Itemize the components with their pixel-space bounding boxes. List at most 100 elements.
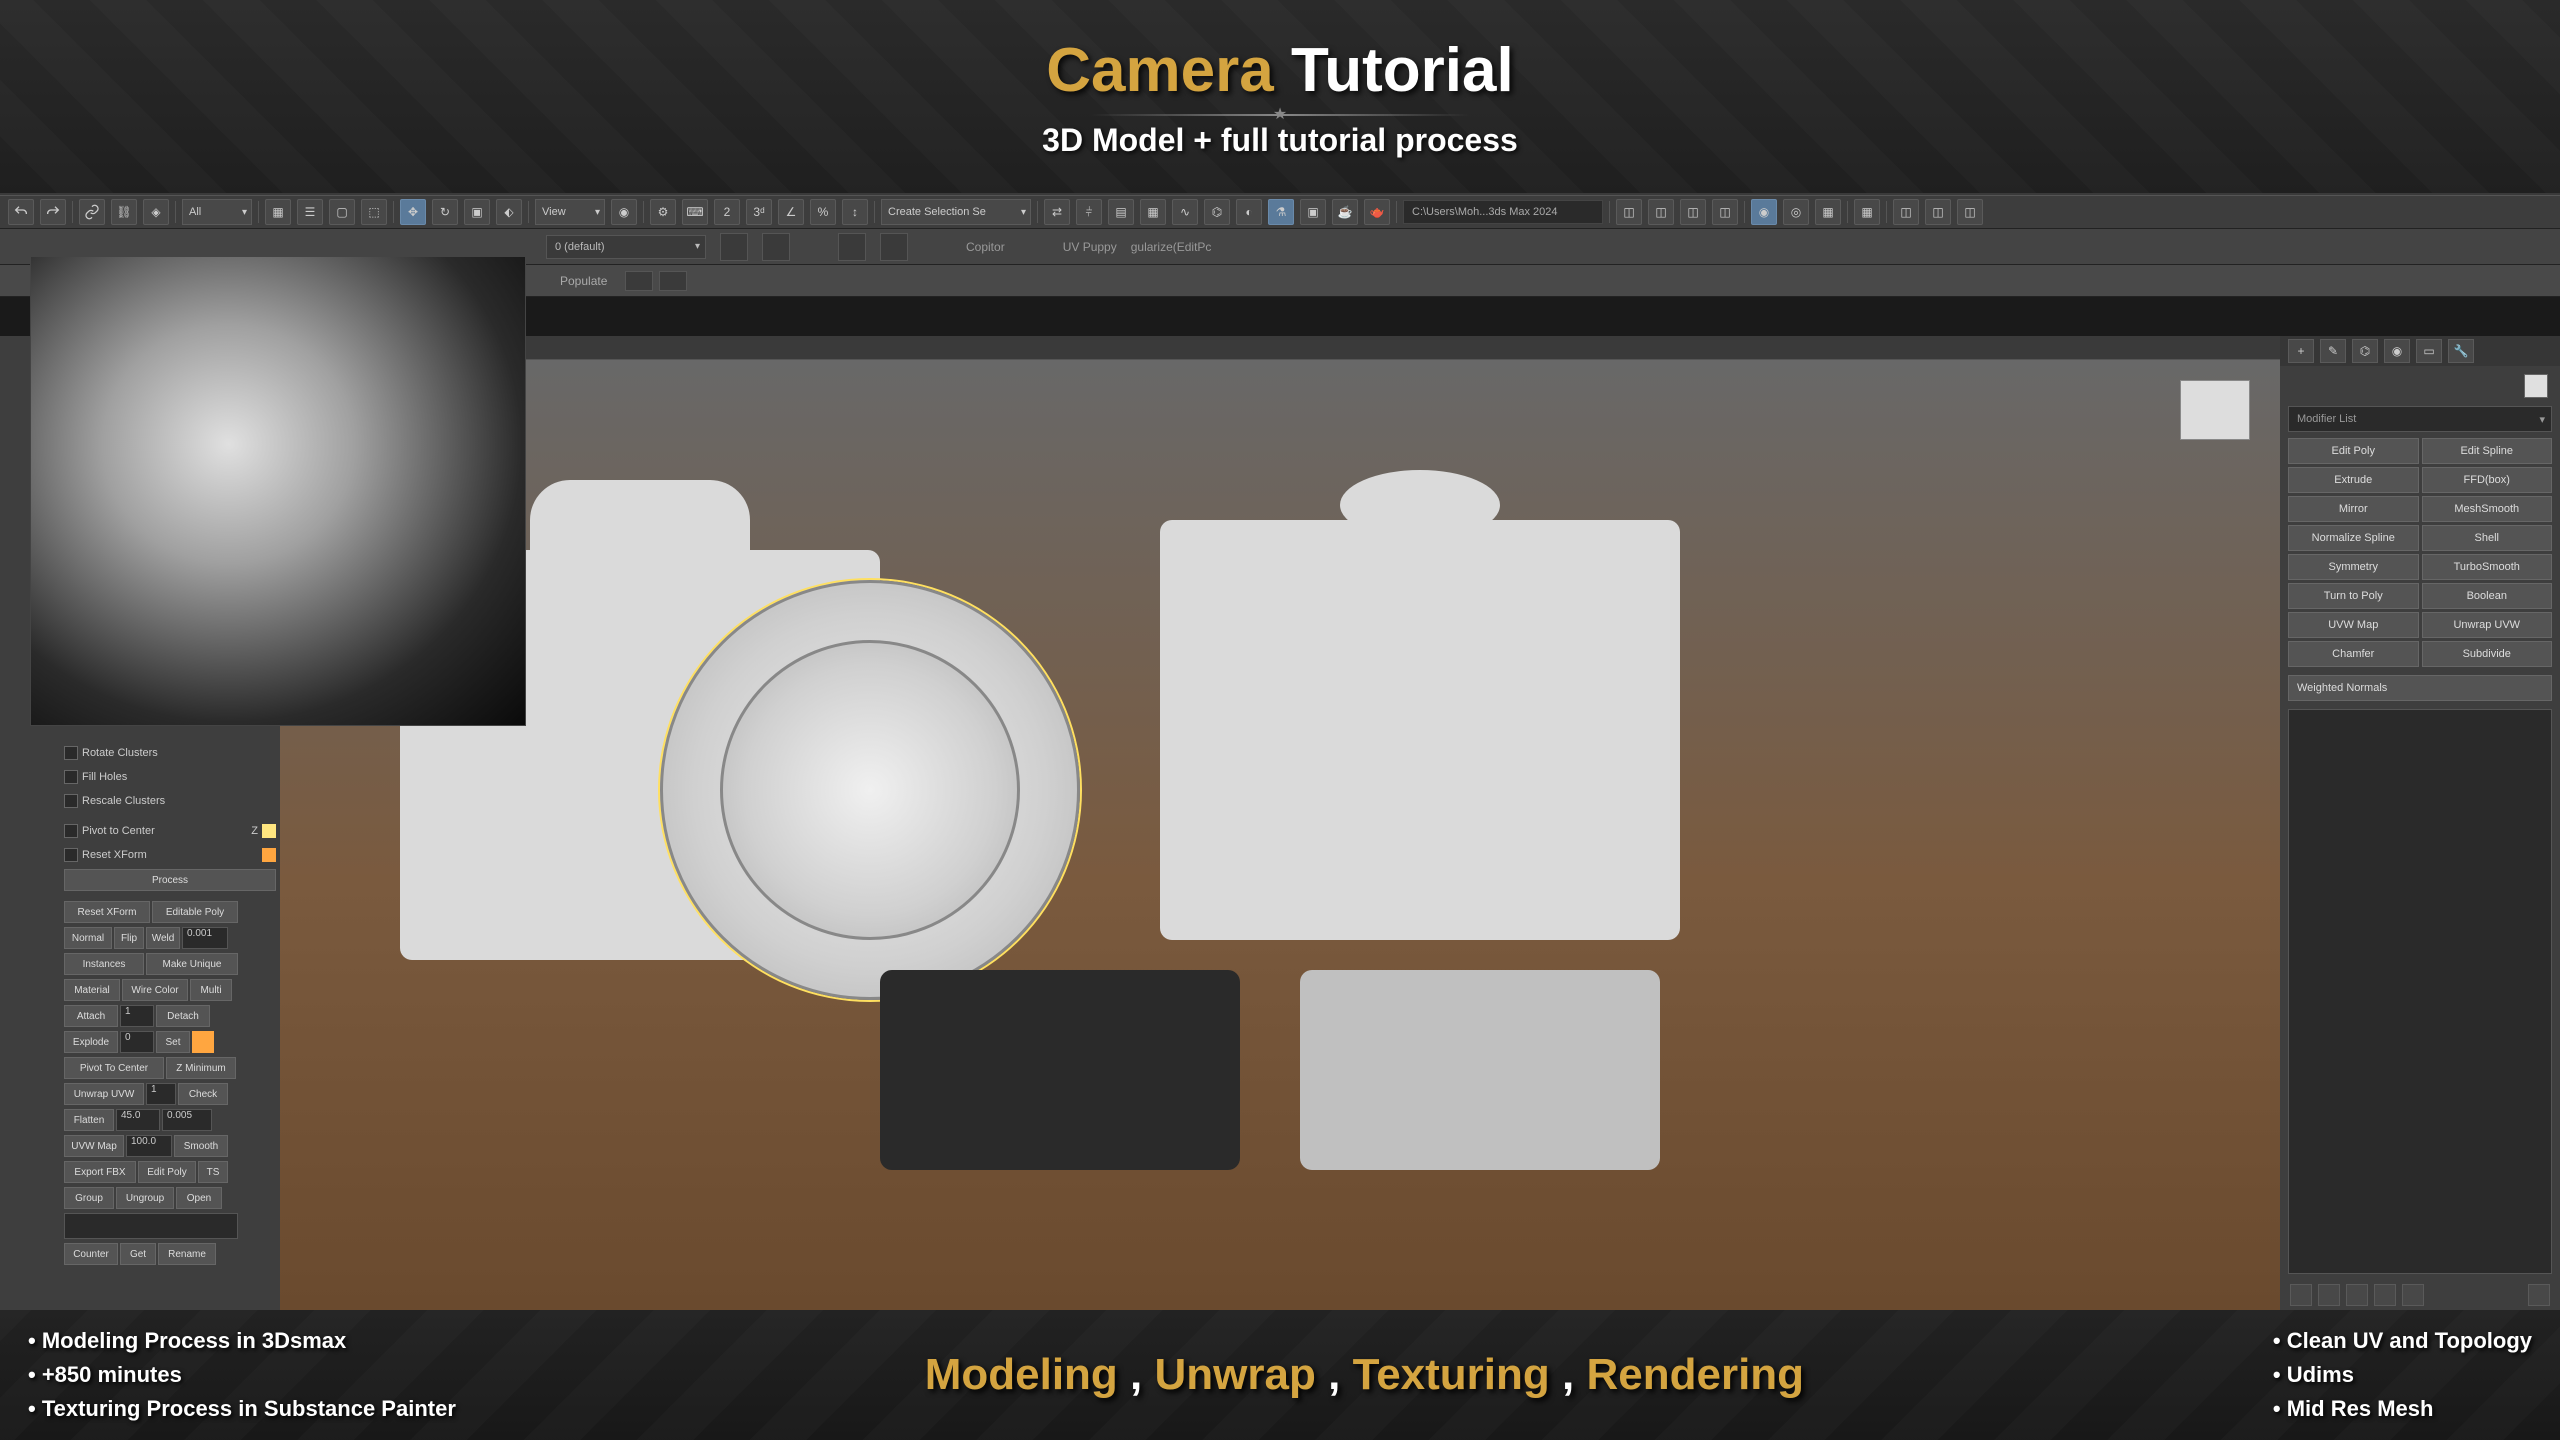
ungroup-button[interactable]: Ungroup (116, 1187, 174, 1209)
material-button[interactable]: Material (64, 979, 120, 1001)
color-swatch[interactable] (192, 1031, 214, 1053)
modifier-list-dropdown[interactable]: Modifier List (2288, 406, 2552, 432)
viewport[interactable] (280, 360, 2280, 1310)
window-crossing-button[interactable]: ⬚ (361, 199, 387, 225)
uvw-value-input[interactable]: 100.0 (126, 1135, 172, 1157)
check-button[interactable]: Check (178, 1083, 228, 1105)
display-tab[interactable]: ▭ (2416, 339, 2442, 363)
file-path-field[interactable]: C:\Users\Moh...3ds Max 2024 (1403, 200, 1603, 224)
unwrap-uvw-button[interactable]: Unwrap UVW (64, 1083, 144, 1105)
flip-button[interactable]: Flip (114, 927, 144, 949)
mod-extrude[interactable]: Extrude (2288, 467, 2419, 493)
ribbon-slot[interactable] (838, 233, 866, 261)
link-button[interactable] (79, 199, 105, 225)
flatten-button[interactable]: Flatten (64, 1109, 114, 1131)
editable-poly-button[interactable]: Editable Poly (152, 901, 238, 923)
make-unique-icon[interactable] (2346, 1284, 2368, 1306)
mod-mirror[interactable]: Mirror (2288, 496, 2419, 522)
place-button[interactable]: ⬖ (496, 199, 522, 225)
percent-snap-button[interactable]: % (810, 199, 836, 225)
mod-meshsmooth[interactable]: MeshSmooth (2422, 496, 2553, 522)
move-button[interactable]: ✥ (400, 199, 426, 225)
redo-button[interactable] (40, 199, 66, 225)
viewcube[interactable] (2180, 380, 2250, 440)
preset-dropdown[interactable]: 0 (default) (546, 235, 706, 259)
ribbon-slot[interactable] (720, 233, 748, 261)
populate-toggle[interactable] (625, 271, 653, 291)
mod-turn-to-poly[interactable]: Turn to Poly (2288, 583, 2419, 609)
render-frame-button[interactable]: ▣ (1300, 199, 1326, 225)
export-fbx-button[interactable]: Export FBX (64, 1161, 136, 1183)
color-swatch[interactable] (262, 824, 276, 838)
mod-edit-poly[interactable]: Edit Poly (2288, 438, 2419, 464)
ref-coord-dropdown[interactable]: View (535, 199, 605, 225)
configure-sets-icon[interactable] (2402, 1284, 2424, 1306)
rect-region-button[interactable]: ▢ (329, 199, 355, 225)
weld-button[interactable]: Weld (146, 927, 180, 949)
motion-tab[interactable]: ◉ (2384, 339, 2410, 363)
explode-value-input[interactable]: 0 (120, 1031, 154, 1053)
select-object-button[interactable]: ▦ (265, 199, 291, 225)
populate-settings[interactable] (659, 271, 687, 291)
bind-button[interactable]: ◈ (143, 199, 169, 225)
make-unique-button[interactable]: Make Unique (146, 953, 238, 975)
align-button[interactable]: ⫩ (1076, 199, 1102, 225)
mod-boolean[interactable]: Boolean (2422, 583, 2553, 609)
hierarchy-tab[interactable]: ⌬ (2352, 339, 2378, 363)
workspace-button-4[interactable]: ◫ (1712, 199, 1738, 225)
scale-button[interactable]: ▣ (464, 199, 490, 225)
mod-turbosmooth[interactable]: TurboSmooth (2422, 554, 2553, 580)
modifier-stack[interactable] (2288, 709, 2552, 1274)
ribbon-slot[interactable] (762, 233, 790, 261)
curve-editor-button[interactable]: ∿ (1172, 199, 1198, 225)
checkbox[interactable] (64, 794, 78, 808)
render-button[interactable]: ☕ (1332, 199, 1358, 225)
extra-button-2[interactable]: ◫ (1925, 199, 1951, 225)
workspace-button-2[interactable]: ◫ (1648, 199, 1674, 225)
checkbox[interactable] (64, 848, 78, 862)
explode-button[interactable]: Explode (64, 1031, 118, 1053)
calc-button[interactable]: ▦ (1854, 199, 1880, 225)
rename-button[interactable]: Rename (158, 1243, 216, 1265)
unlink-button[interactable]: ⛓ (111, 199, 137, 225)
set-button[interactable]: Set (156, 1031, 190, 1053)
selection-filter-dropdown[interactable]: All (182, 199, 252, 225)
snap3d-button[interactable]: 3ᵈ (746, 199, 772, 225)
pin-stack-icon[interactable] (2290, 1284, 2312, 1306)
group-button[interactable]: Group (64, 1187, 114, 1209)
object-color-swatch[interactable] (2524, 374, 2548, 398)
uvw-map-button[interactable]: UVW Map (64, 1135, 124, 1157)
ts-button[interactable]: TS (198, 1161, 228, 1183)
named-selection-dropdown[interactable]: Create Selection Se (881, 199, 1031, 225)
open-button[interactable]: Open (176, 1187, 222, 1209)
stack-options-icon[interactable] (2528, 1284, 2550, 1306)
mod-shell[interactable]: Shell (2422, 525, 2553, 551)
weld-value-input[interactable]: 0.001 (182, 927, 228, 949)
edit-poly-button[interactable]: Edit Poly (138, 1161, 196, 1183)
safeframe-button[interactable]: ▦ (1815, 199, 1841, 225)
normal-button[interactable]: Normal (64, 927, 112, 949)
mod-unwrap-uvw[interactable]: Unwrap UVW (2422, 612, 2553, 638)
reference-image-panel[interactable] (30, 256, 526, 726)
undo-button[interactable] (8, 199, 34, 225)
attach-button[interactable]: Attach (64, 1005, 118, 1027)
render-setup-button[interactable]: ⚗ (1268, 199, 1294, 225)
select-by-name-button[interactable]: ☰ (297, 199, 323, 225)
mod-chamfer[interactable]: Chamfer (2288, 641, 2419, 667)
flatten-spacing-input[interactable]: 0.005 (162, 1109, 212, 1131)
remove-mod-icon[interactable] (2374, 1284, 2396, 1306)
z-min-button[interactable]: Z Minimum (166, 1057, 236, 1079)
attach-value-input[interactable]: 1 (120, 1005, 154, 1027)
create-tab[interactable]: + (2288, 339, 2314, 363)
mod-edit-spline[interactable]: Edit Spline (2422, 438, 2553, 464)
color-swatch[interactable] (262, 848, 276, 862)
checkbox[interactable] (64, 746, 78, 760)
checkbox[interactable] (64, 824, 78, 838)
mod-subdivide[interactable]: Subdivide (2422, 641, 2553, 667)
manipulate-button[interactable]: ⚙ (650, 199, 676, 225)
layer-explorer-button[interactable]: ▤ (1108, 199, 1134, 225)
toggle-ribbon-button[interactable]: ▦ (1140, 199, 1166, 225)
spinner-snap-button[interactable]: ↕ (842, 199, 868, 225)
isolate-button[interactable]: ◉ (1751, 199, 1777, 225)
get-button[interactable]: Get (120, 1243, 156, 1265)
